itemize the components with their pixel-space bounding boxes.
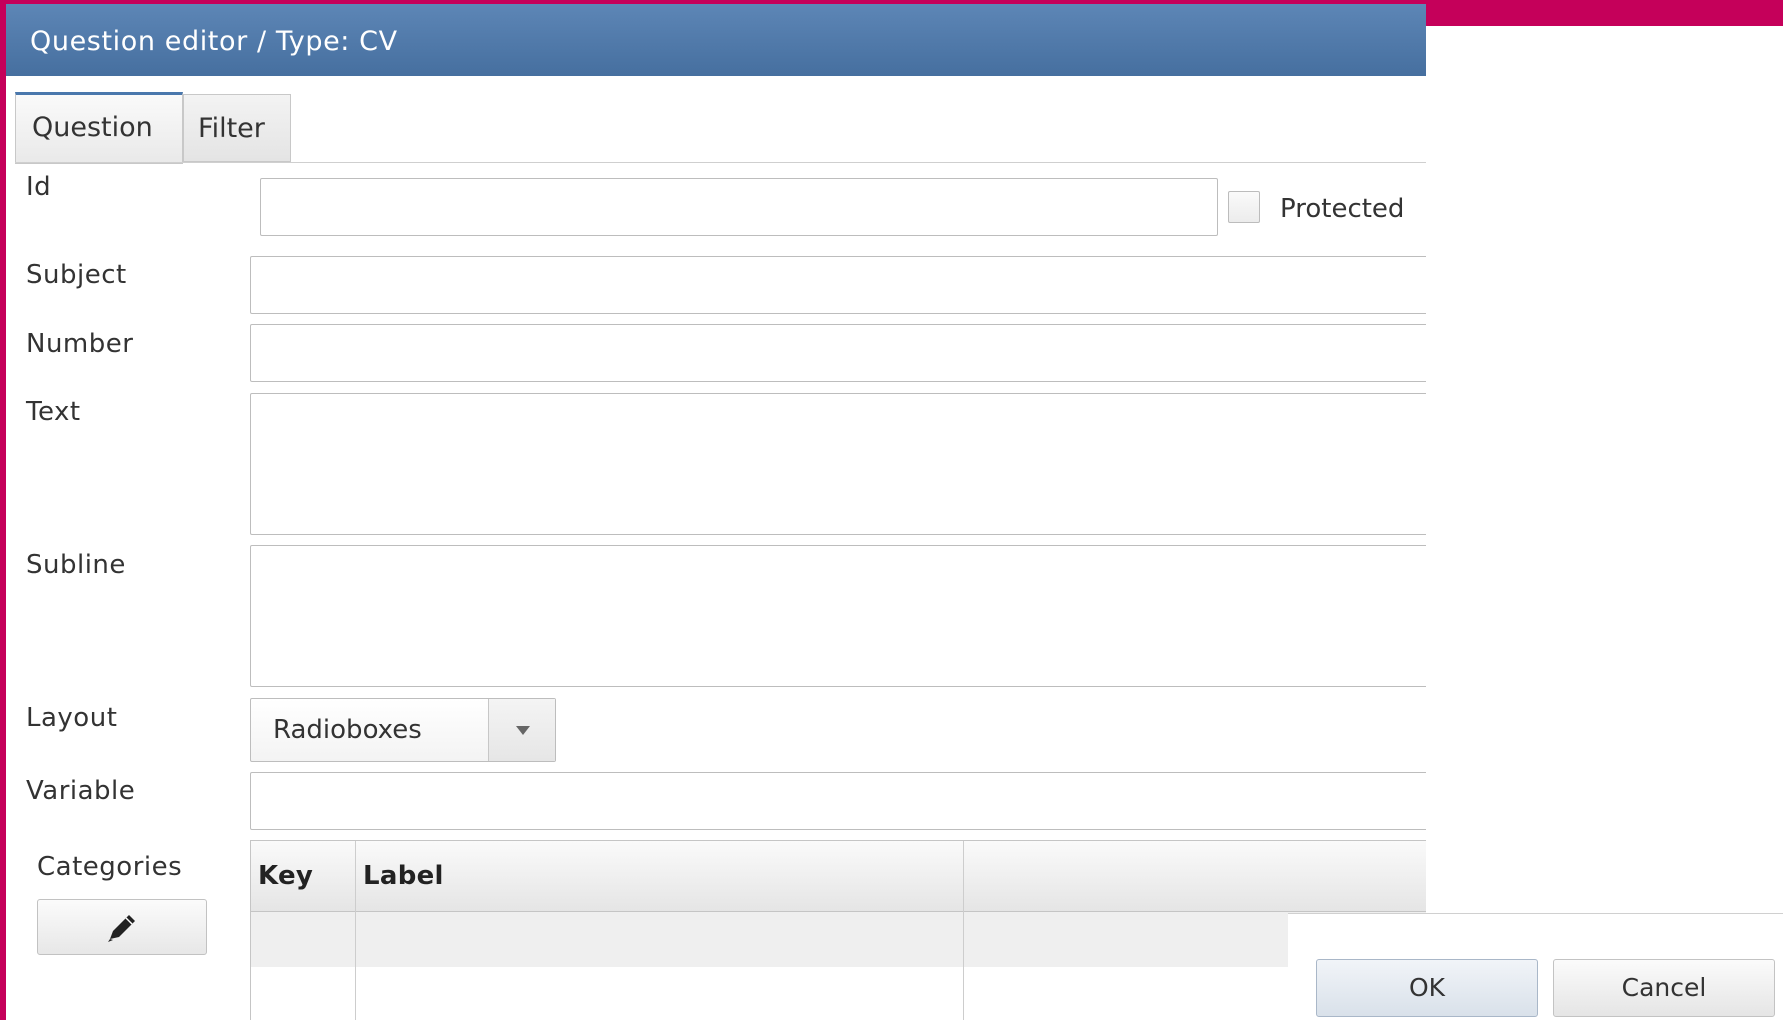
subline-field[interactable]	[250, 545, 1426, 687]
layout-label: Layout	[26, 703, 118, 733]
cancel-button[interactable]: Cancel	[1553, 959, 1775, 1017]
subline-label: Subline	[26, 550, 126, 580]
protected-label: Protected	[1280, 194, 1405, 224]
ok-button[interactable]: OK	[1316, 959, 1538, 1017]
column-header-label[interactable]: Label	[363, 861, 444, 891]
tab-filter-label: Filter	[198, 113, 265, 144]
dialog-titlebar[interactable]: Question editor / Type: CV	[6, 4, 1426, 76]
dialog-button-bar: OK Cancel	[1288, 913, 1783, 1021]
layout-dropdown-button[interactable]	[488, 699, 555, 761]
column-header-key[interactable]: Key	[258, 861, 313, 891]
protected-checkbox[interactable]	[1228, 191, 1260, 223]
number-field[interactable]	[250, 324, 1426, 382]
subject-field[interactable]	[250, 256, 1426, 314]
subject-label: Subject	[26, 260, 127, 290]
tab-divider	[15, 162, 1426, 163]
number-label: Number	[26, 329, 134, 359]
layout-selected-value: Radioboxes	[273, 715, 422, 745]
text-label: Text	[26, 397, 81, 427]
tab-filter[interactable]: Filter	[183, 94, 291, 162]
id-label: Id	[26, 172, 52, 202]
categories-table: Key Label	[250, 840, 1426, 1020]
categories-table-header: Key Label	[251, 841, 1426, 912]
categories-label: Categories	[37, 852, 183, 882]
background-area	[1426, 26, 1783, 1020]
edit-categories-button[interactable]	[37, 899, 207, 955]
variable-label: Variable	[26, 776, 136, 806]
pencil-icon	[108, 915, 135, 942]
layout-select[interactable]: Radioboxes	[250, 698, 556, 762]
dialog-title: Question editor / Type: CV	[30, 26, 398, 57]
text-field[interactable]	[250, 393, 1426, 535]
column-divider	[963, 841, 964, 1020]
tab-question-label: Question	[32, 112, 153, 143]
tab-question[interactable]: Question	[15, 92, 183, 164]
column-divider	[355, 841, 356, 1020]
question-editor-dialog: Question editor / Type: CV Question Filt…	[6, 4, 1426, 1020]
table-row[interactable]	[251, 912, 1426, 967]
id-field[interactable]	[260, 178, 1218, 236]
variable-field[interactable]	[250, 772, 1426, 830]
chevron-down-icon	[516, 726, 530, 735]
